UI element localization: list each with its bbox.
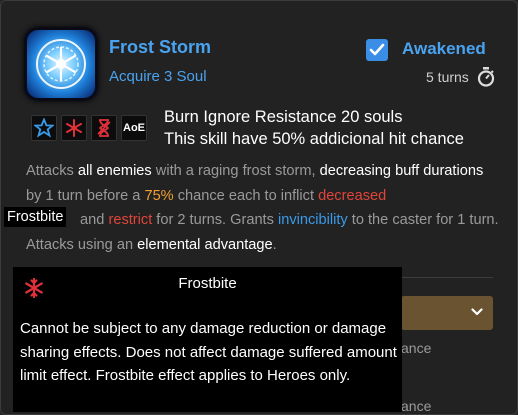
frostbite-hover-label[interactable]: Frostbite [4,207,67,227]
frost-snowflake-icon [24,27,98,101]
desc-text: with a raging frost storm, [151,163,320,179]
desc-keyword-invincibility[interactable]: invincibility [278,212,348,228]
frostbite-tooltip: Frostbite Cannot be subject to any damag… [13,267,402,412]
desc-keyword-decreasing-buff[interactable]: decreasing buff durations [320,163,484,179]
desc-text: chance each to inflict [173,187,319,204]
background-row-text: ance [401,398,432,414]
desc-text: by 1 turn before a [26,187,145,204]
divider [401,277,493,278]
hourglass-icon[interactable] [91,115,117,141]
tooltip-title: Frostbite [178,275,237,292]
desc-text: for 2 turns. Grants [152,212,278,228]
skill-tags: AoE [31,115,147,141]
effect-line-2: This skill have 50% addicional hit chanc… [164,130,464,148]
stopwatch-icon [477,67,495,87]
awakened-checkbox[interactable] [366,39,388,61]
desc-keyword-elemental-advantage[interactable]: elemental advantage [137,237,273,253]
frost-red-icon[interactable] [61,115,87,141]
desc-text: . [272,236,277,253]
desc-keyword-all-enemies[interactable]: all enemies [78,163,152,179]
cooldown-turns: 5 turns [426,69,469,85]
effect-text: Burn Ignore Resistance 20 souls This ski… [164,106,464,150]
chevron-down-icon [471,308,483,316]
desc-keyword-decreased[interactable]: decreased [318,188,386,204]
aoe-icon[interactable]: AoE [121,115,147,141]
tooltip-body: Cannot be subject to any damage reductio… [20,320,397,384]
background-row-text: ance [401,340,432,356]
skill-acquire: Acquire 3 Soul [109,68,207,85]
check-icon [369,43,385,56]
desc-text: Attacks [26,163,78,179]
freeze-star-icon[interactable] [31,115,57,141]
effect-line-1: Burn Ignore Resistance 20 souls [164,108,403,126]
skill-title: Frost Storm [109,37,212,57]
skill-card: Frost Storm Acquire 3 Soul Awakened 5 tu… [0,0,518,415]
awakened-label[interactable]: Awakened [402,39,486,59]
skill-description: Attacks all enemies with a raging frost … [26,159,501,257]
desc-text: and [76,212,109,228]
desc-keyword-restrict[interactable]: restrict [108,212,152,228]
options-dropdown[interactable] [401,296,493,330]
desc-chance: 75% [144,187,174,204]
